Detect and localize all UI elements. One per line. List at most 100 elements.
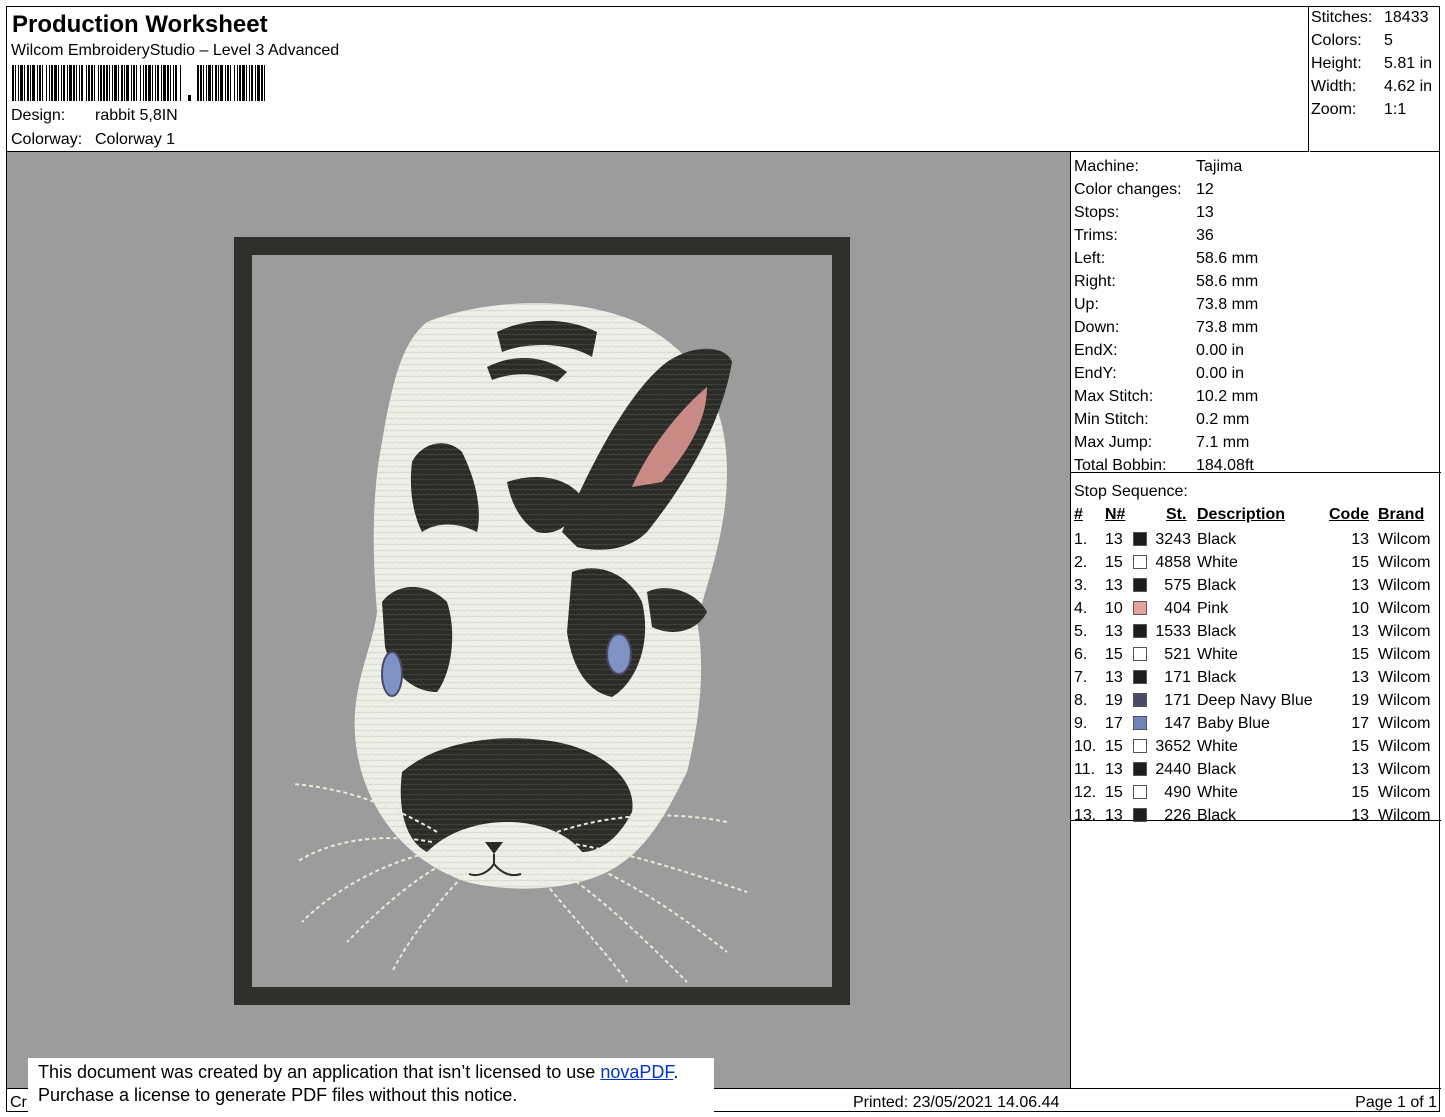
machine-info-label: EndY: (1074, 365, 1117, 382)
stop-sequence-panel: Stop Sequence: # N# St. Description Code… (1071, 473, 1441, 824)
thread-description: Black (1197, 761, 1237, 778)
thread-brand: Wilcom (1378, 669, 1431, 686)
novapdf-link[interactable]: novaPDF (600, 1062, 673, 1082)
stop-number: 2. (1074, 554, 1088, 571)
stitch-count: 4858 (1155, 554, 1191, 571)
production-worksheet: Production Worksheet Wilcom EmbroiderySt… (6, 6, 1441, 1112)
thread-code: 10 (1351, 600, 1369, 617)
color-swatch (1133, 670, 1147, 684)
summary-label: Zoom: (1311, 101, 1357, 118)
needle-number: 13 (1105, 577, 1123, 594)
summary-value: 4.62 in (1384, 78, 1433, 95)
stitch-count: 521 (1164, 646, 1191, 663)
color-swatch (1133, 716, 1147, 730)
thread-brand: Wilcom (1378, 715, 1431, 732)
thread-brand: Wilcom (1378, 623, 1431, 640)
needle-number: 15 (1105, 646, 1123, 663)
thread-code: 15 (1351, 784, 1369, 801)
worksheet-header: Production Worksheet Wilcom EmbroiderySt… (7, 7, 1309, 152)
needle-number: 15 (1105, 554, 1123, 571)
color-swatch (1133, 624, 1147, 638)
thread-code: 13 (1351, 623, 1369, 640)
needle-number: 13 (1105, 669, 1123, 686)
thread-brand: Wilcom (1378, 807, 1431, 824)
thread-brand: Wilcom (1378, 554, 1431, 571)
machine-info-label: Color changes: (1074, 181, 1182, 198)
design-value: rabbit 5,8IN (95, 107, 178, 124)
machine-info-label: EndX: (1074, 342, 1118, 359)
needle-number: 15 (1105, 738, 1123, 755)
stop-number: 4. (1074, 600, 1088, 617)
machine-info-label: Trims: (1074, 227, 1118, 244)
stitch-count: 1533 (1155, 623, 1191, 640)
thread-description: White (1197, 646, 1238, 663)
license-notice-suffix: . (673, 1062, 679, 1082)
machine-info-value: 0.2 mm (1196, 411, 1250, 428)
printed-timestamp: Printed: 23/05/2021 14.06.44 (853, 1094, 1060, 1111)
table-row: 5. 13 1533 Black 13 Wilcom (1071, 621, 1441, 644)
column-header-needle: N# (1105, 506, 1126, 523)
thread-description: Black (1197, 669, 1237, 686)
summary-label: Width: (1311, 78, 1357, 95)
design-preview (7, 152, 1071, 1088)
thread-brand: Wilcom (1378, 738, 1431, 755)
thread-brand: Wilcom (1378, 761, 1431, 778)
stop-number: 11. (1074, 761, 1096, 778)
color-swatch (1133, 532, 1147, 546)
machine-info-value: 12 (1196, 181, 1214, 198)
stop-number: 5. (1074, 623, 1088, 640)
thread-description: Black (1197, 531, 1237, 548)
thread-code: 13 (1351, 577, 1369, 594)
design-row: Design: rabbit 5,8IN (11, 107, 178, 125)
table-row: 13. 13 226 Black 13 Wilcom (1071, 805, 1441, 828)
table-row: 1. 13 3243 Black 13 Wilcom (1071, 529, 1441, 552)
stitch-count: 490 (1164, 784, 1191, 801)
summary-label: Stitches: (1311, 9, 1373, 26)
stitch-count: 575 (1164, 577, 1191, 594)
thread-code: 17 (1351, 715, 1369, 732)
color-swatch (1133, 555, 1147, 569)
table-row: 2. 15 4858 White 15 Wilcom (1071, 552, 1441, 575)
colorway-label: Colorway: (11, 131, 83, 148)
thread-brand: Wilcom (1378, 692, 1431, 709)
license-notice-line1: This document was created by an applicat… (38, 1061, 714, 1084)
summary-label: Colors: (1311, 32, 1362, 49)
color-swatch (1133, 601, 1147, 615)
thread-brand: Wilcom (1378, 784, 1431, 801)
stop-sequence-title: Stop Sequence: (1074, 483, 1188, 500)
design-label: Design: (11, 107, 66, 124)
thread-code: 13 (1351, 531, 1369, 548)
page-number: Page 1 of 1 (1355, 1094, 1437, 1111)
machine-info-value: 58.6 mm (1196, 250, 1259, 267)
stop-number: 13. (1074, 807, 1097, 824)
stop-number: 7. (1074, 669, 1088, 686)
needle-number: 13 (1105, 807, 1123, 824)
thread-code: 13 (1351, 807, 1369, 824)
design-summary: Stitches: 18433 Colors: 5 Height: 5.81 in W… (1310, 7, 1440, 152)
thread-brand: Wilcom (1378, 577, 1431, 594)
machine-info-value: 13 (1196, 204, 1214, 221)
machine-info-value: Tajima (1196, 158, 1243, 175)
needle-number: 13 (1105, 761, 1123, 778)
stop-number: 6. (1074, 646, 1088, 663)
table-row: 3. 13 575 Black 13 Wilcom (1071, 575, 1441, 598)
thread-brand: Wilcom (1378, 646, 1431, 663)
colorway-row: Colorway: Colorway 1 (11, 131, 175, 149)
table-row: 8. 19 171 Deep Navy Blue 19 Wilcom (1071, 690, 1441, 713)
summary-value: 1:1 (1384, 101, 1407, 118)
column-header-brand: Brand (1378, 506, 1425, 523)
thread-description: Deep Navy Blue (1197, 692, 1313, 709)
stop-number: 1. (1074, 531, 1088, 548)
stop-number: 10. (1074, 738, 1097, 755)
color-swatch (1133, 808, 1147, 822)
summary-value: 18433 (1384, 9, 1429, 26)
thread-code: 15 (1351, 554, 1369, 571)
color-swatch (1133, 785, 1147, 799)
table-row: 11. 13 2440 Black 13 Wilcom (1071, 759, 1441, 782)
machine-info-label: Max Stitch: (1074, 388, 1154, 405)
machine-info-label: Right: (1074, 273, 1116, 290)
stop-number: 3. (1074, 577, 1088, 594)
thread-description: Black (1197, 807, 1237, 824)
machine-info-label: Up: (1074, 296, 1099, 313)
stitch-count: 171 (1164, 692, 1191, 709)
